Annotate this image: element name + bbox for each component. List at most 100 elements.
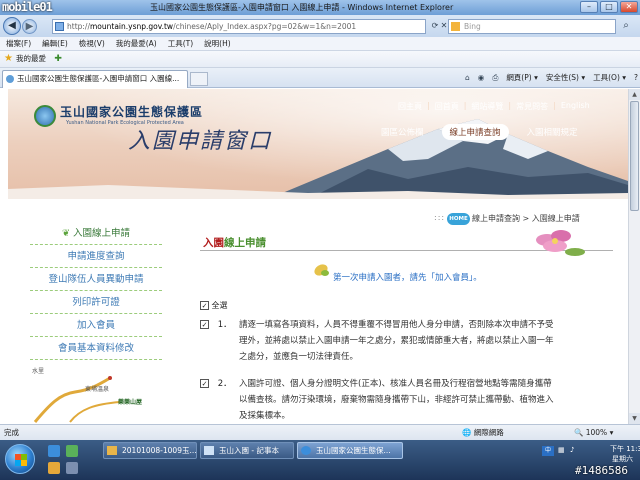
folder-quicklaunch-icon[interactable] — [48, 462, 60, 474]
tools-menu[interactable]: 工具(O) ▾ — [593, 71, 626, 85]
menu-favorites[interactable]: 我的最愛(A) — [116, 37, 157, 50]
close-button[interactable]: ✕ — [620, 1, 638, 13]
clock-day: 星期六 — [612, 455, 633, 463]
status-text: 完成 — [4, 428, 19, 437]
tab-active[interactable]: 玉山國家公園生態保護區-入園申請窗口 入園線... — [2, 70, 188, 88]
scroll-up-icon[interactable]: ▲ — [629, 89, 640, 100]
taskbar-ie[interactable]: 玉山國家公園生態保... — [297, 442, 403, 459]
notepad-icon — [204, 446, 214, 455]
breadcrumb-dots: ::: — [434, 213, 446, 222]
status-bar: 完成 🌐 網際網路 🔍 100% ▾ — [0, 424, 640, 440]
scroll-down-icon[interactable]: ▼ — [629, 413, 640, 424]
favorites-label[interactable]: 我的最愛 — [16, 54, 46, 63]
left-menu-print-permit[interactable]: 列印許可證 — [30, 291, 162, 314]
search-icon[interactable]: ⌕ — [618, 19, 634, 34]
tab-page-icon — [6, 75, 14, 83]
term-2-text: 入園許可證、個人身分證明文件(正本)、核准人員名冊及行程宿營地點等需隨身攜帶 以… — [239, 376, 614, 424]
new-tab-button[interactable] — [190, 72, 208, 86]
taskbar-folder[interactable]: 20101008-1009玉... — [103, 442, 197, 459]
park-emblem-icon[interactable] — [34, 105, 56, 127]
left-menu-join-member[interactable]: 加入會員 — [30, 314, 162, 337]
tab-bar: 玉山國家公園生態保護區-入園申請窗口 入園線... ⌂ ◉ ⎙ 網頁(P) ▾ … — [0, 68, 640, 88]
safety-menu[interactable]: 安全性(S) ▾ — [546, 71, 585, 85]
scroll-thumb[interactable] — [630, 101, 639, 211]
menu-view[interactable]: 檢視(V) — [79, 37, 105, 50]
taskbar-label: 20101008-1009玉... — [122, 446, 197, 455]
breadcrumb-home[interactable]: HOME — [447, 213, 470, 225]
ie-quicklaunch-icon[interactable] — [48, 445, 60, 457]
flower-decoration — [536, 230, 585, 256]
url-host: mountain.ysnp.gov.tw — [89, 22, 174, 31]
brand-logo: mobile01 — [2, 0, 53, 14]
left-menu-member-change[interactable]: 登山隊伍人員異動申請 — [30, 268, 162, 291]
trail-map-lines — [33, 376, 121, 423]
window-titlebar: mobile01 玉山國家公園生態保護區-入園申請窗口 入園線上申請 - Win… — [0, 0, 640, 15]
favorites-star-icon[interactable]: ★ — [4, 53, 13, 64]
term-1-checkbox[interactable]: ✓ — [200, 320, 209, 329]
term-1-line: 請逐一填寫各項資料，人員不得重覆不得冒用他人身分申請，否則除本次申請不予受 — [239, 320, 554, 330]
page-icon — [55, 22, 64, 31]
add-favorite-icon[interactable]: ✚ — [54, 54, 62, 64]
volume-icon[interactable]: ♪ — [570, 446, 574, 454]
clock-time[interactable]: 下午 11:37 — [610, 444, 640, 454]
vertical-scrollbar[interactable]: ▲ ▼ — [628, 89, 640, 424]
menu-help[interactable]: 說明(H) — [204, 37, 231, 50]
taskbar-label: 玉山國家公園生態保... — [316, 446, 391, 455]
map-label-dongpu: 東埔溫泉 — [85, 386, 110, 393]
search-input[interactable]: Bing — [448, 19, 616, 34]
nav-regulations[interactable]: 入園相關規定 — [519, 124, 586, 140]
help-menu[interactable]: ? — [634, 71, 638, 85]
menu-file[interactable]: 檔案(F) — [6, 37, 31, 50]
forward-button[interactable]: ▶ — [22, 19, 37, 34]
term-1-line: 之處分，並應負一切法律責任。 — [239, 352, 359, 362]
term-2-line: 以備查核。請勿汙染環境，廢棄物需隨身攜帶下山，非經許可禁止攜帶動、植物進入 — [239, 395, 554, 405]
map-label-lele: 樂樂山屋 — [118, 399, 143, 406]
link-sitemap[interactable]: 網站導覽 — [471, 101, 503, 112]
url-input[interactable]: http://mountain.ysnp.gov.tw/chinese/Aply… — [52, 19, 426, 34]
term-2-line: 入園許可證、個人身分證明文件(正本)、核准人員名冊及行程宿營地點等需隨身攜帶 — [239, 379, 552, 389]
agree-all-checkbox[interactable]: ✓ — [200, 301, 209, 310]
site-banner: 玉山國家公園生態保護區 Yushan National Park Ecologi… — [8, 89, 628, 199]
home-icon[interactable]: ⌂ — [465, 71, 470, 85]
minimize-button[interactable]: – — [580, 1, 598, 13]
language-icon[interactable]: 中 — [542, 446, 554, 456]
nav-bulletin[interactable]: 園區公佈欄 — [373, 124, 432, 140]
feeds-icon[interactable]: ◉ — [478, 71, 485, 85]
start-button[interactable] — [5, 444, 35, 474]
zone-label: 網際網路 — [473, 428, 504, 437]
menu-edit[interactable]: 編輯(E) — [42, 37, 68, 50]
content-title: 入園線上申請 — [203, 235, 266, 250]
term-1-text: 請逐一填寫各項資料，人員不得重覆不得冒用他人身分申請，否則除本次申請不予受 理外… — [239, 317, 614, 365]
zone-indicator: 🌐 網際網路 — [462, 428, 504, 437]
nav-online-apply[interactable]: 線上申請查詢 — [441, 124, 509, 140]
left-menu-member-profile[interactable]: 會員基本資料修改 — [30, 337, 162, 360]
back-button[interactable]: ◀ — [3, 17, 21, 35]
menu-tools[interactable]: 工具(T) — [168, 37, 193, 50]
link-faq[interactable]: 常見問答 — [516, 101, 548, 112]
taskbar-label: 玉山入園 - 記事本 — [219, 446, 279, 455]
desktop-quicklaunch-icon[interactable] — [66, 445, 78, 457]
agree-all-label: 全選 — [211, 301, 228, 310]
network-icon[interactable]: ▦ — [558, 446, 565, 454]
taskbar-notepad[interactable]: 玉山入園 - 記事本 — [200, 442, 294, 459]
zoom-control[interactable]: 🔍 100% ▾ — [574, 425, 613, 440]
register-notice[interactable]: 第一次申請入園者，請先「加入會員」。 — [333, 271, 482, 283]
content-title-prefix: 入園 — [203, 237, 224, 249]
term-2-checkbox[interactable]: ✓ — [200, 379, 209, 388]
left-menu-label: 入園線上申請 — [72, 228, 130, 239]
page-menu[interactable]: 網頁(P) ▾ — [506, 71, 538, 85]
left-menu: ❦ 入園線上申請 申請進度查詢 登山隊伍人員異動申請 列印許可證 加入會員 會員基… — [30, 222, 162, 360]
left-menu-progress[interactable]: 申請進度查詢 — [30, 245, 162, 268]
watermark-text: #1486586 — [575, 464, 628, 477]
left-menu-online-apply[interactable]: ❦ 入園線上申請 — [30, 222, 162, 245]
switch-windows-icon[interactable] — [66, 462, 78, 474]
link-home[interactable]: 回首頁 — [435, 101, 459, 112]
link-main[interactable]: 回主頁 — [398, 101, 422, 112]
trail-map: 水里 東埔溫泉 樂樂山屋 — [30, 364, 162, 424]
link-english[interactable]: English — [561, 101, 590, 112]
site-name[interactable]: 玉山國家公園生態保護區 — [60, 103, 203, 120]
print-icon[interactable]: ⎙ — [492, 71, 498, 85]
windows-logo-icon — [15, 460, 27, 466]
maximize-button[interactable]: □ — [600, 1, 618, 13]
content-title-suffix: 線上申請 — [224, 237, 266, 249]
